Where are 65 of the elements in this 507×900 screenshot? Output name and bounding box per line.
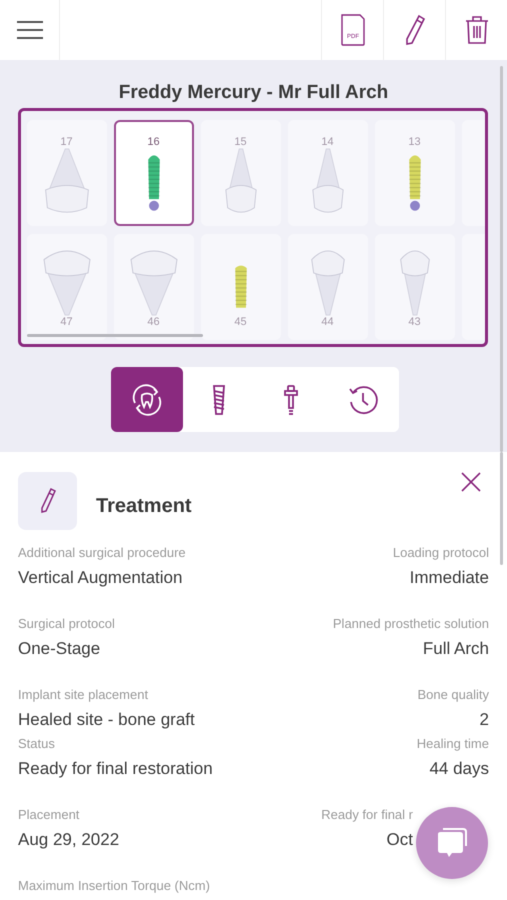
field-value: Full Arch — [422, 639, 489, 659]
menu-icon — [16, 21, 42, 39]
tooth-number: 15 — [234, 136, 247, 148]
pencil-icon — [404, 14, 426, 46]
field-value: 44 days — [429, 759, 489, 779]
tooth-number: 17 — [60, 136, 73, 148]
field-label: Additional surgical procedure — [18, 545, 186, 560]
field-value: Immediate — [410, 568, 489, 588]
tooth-card[interactable]: 46 — [114, 234, 194, 340]
tooth-number: 46 — [147, 316, 160, 328]
field-value: Vertical Augmentation — [18, 568, 184, 588]
pencil-icon — [40, 488, 56, 514]
tooth-card[interactable]: 13 — [374, 120, 454, 226]
panel-title: Treatment — [96, 494, 192, 518]
close-button[interactable] — [461, 472, 481, 492]
field-label: Surgical protocol — [18, 616, 115, 631]
field-label: Bone quality — [417, 687, 489, 702]
tooth-icon — [42, 250, 90, 316]
field-label: Loading protocol — [392, 545, 489, 560]
tooth-card[interactable]: 17 — [26, 120, 106, 226]
tooth-icon — [224, 148, 258, 214]
field-value: Healed site - bone graft — [18, 710, 195, 730]
tooth-icon — [130, 250, 178, 316]
tooth-number: 43 — [408, 316, 421, 328]
field-value: 2 — [480, 710, 489, 730]
tooth-card[interactable]: 15 — [200, 120, 280, 226]
tooth-card[interactable]: 43 — [374, 234, 454, 340]
tab[interactable] — [111, 367, 183, 432]
scrollbar[interactable] — [26, 334, 202, 337]
tooth-card[interactable]: 16 — [114, 120, 194, 226]
history-icon — [347, 384, 379, 416]
tooth-icon — [310, 250, 344, 316]
field-label: Status — [18, 736, 56, 751]
tooth-number: 16 — [147, 136, 160, 148]
field-label: Ready for final r — [321, 807, 413, 822]
field-label: Placement — [18, 807, 80, 822]
tooth-card[interactable]: 45 — [200, 234, 280, 340]
trash-icon — [464, 15, 488, 45]
scrollbar[interactable] — [500, 452, 503, 565]
field-label: Maximum Insertion Torque (Ncm) — [18, 878, 210, 893]
tooth-card[interactable]: 47 — [26, 234, 106, 340]
tooth-number: 14 — [321, 136, 334, 148]
close-icon — [461, 472, 481, 492]
tooth-cycle-icon — [130, 382, 164, 416]
tooth-icon — [42, 148, 90, 214]
tooth-icon — [310, 148, 344, 214]
screw-icon — [211, 384, 227, 416]
edit-button[interactable] — [18, 472, 77, 530]
abutment-icon — [283, 384, 299, 416]
tooth-card[interactable]: 44 — [288, 234, 368, 340]
tooth-number: 13 — [408, 136, 421, 148]
field-value: Ready for final restoration — [18, 759, 213, 779]
field-label: Healing time — [416, 736, 489, 751]
patient-title: Freddy Mercury - Mr Full Arch — [118, 82, 388, 104]
tooth-icon — [400, 250, 430, 316]
tooth-number: 45 — [234, 316, 247, 328]
field-label: Implant site placement — [18, 687, 150, 702]
field-label: Planned prosthetic solution — [332, 616, 489, 631]
field-value: One-Stage — [18, 639, 102, 659]
tooth-card[interactable]: 14 — [288, 120, 368, 226]
tooth-number: 47 — [60, 316, 73, 328]
scrollbar[interactable] — [500, 66, 503, 452]
tooth-number: 44 — [321, 316, 334, 328]
field-value: Aug 29, 2022 — [18, 830, 120, 850]
field-value: Oct — [386, 830, 413, 850]
